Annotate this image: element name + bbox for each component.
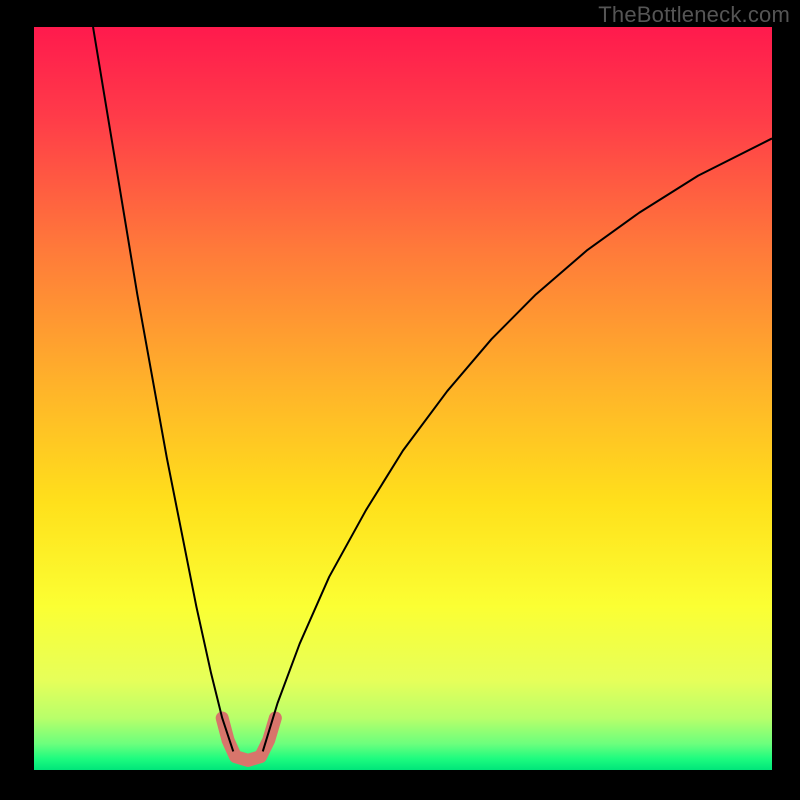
watermark-text: TheBottleneck.com [598, 2, 790, 28]
chart-frame: TheBottleneck.com [0, 0, 800, 800]
gradient-background [34, 27, 772, 770]
chart-svg [34, 27, 772, 770]
plot-area [34, 27, 772, 770]
